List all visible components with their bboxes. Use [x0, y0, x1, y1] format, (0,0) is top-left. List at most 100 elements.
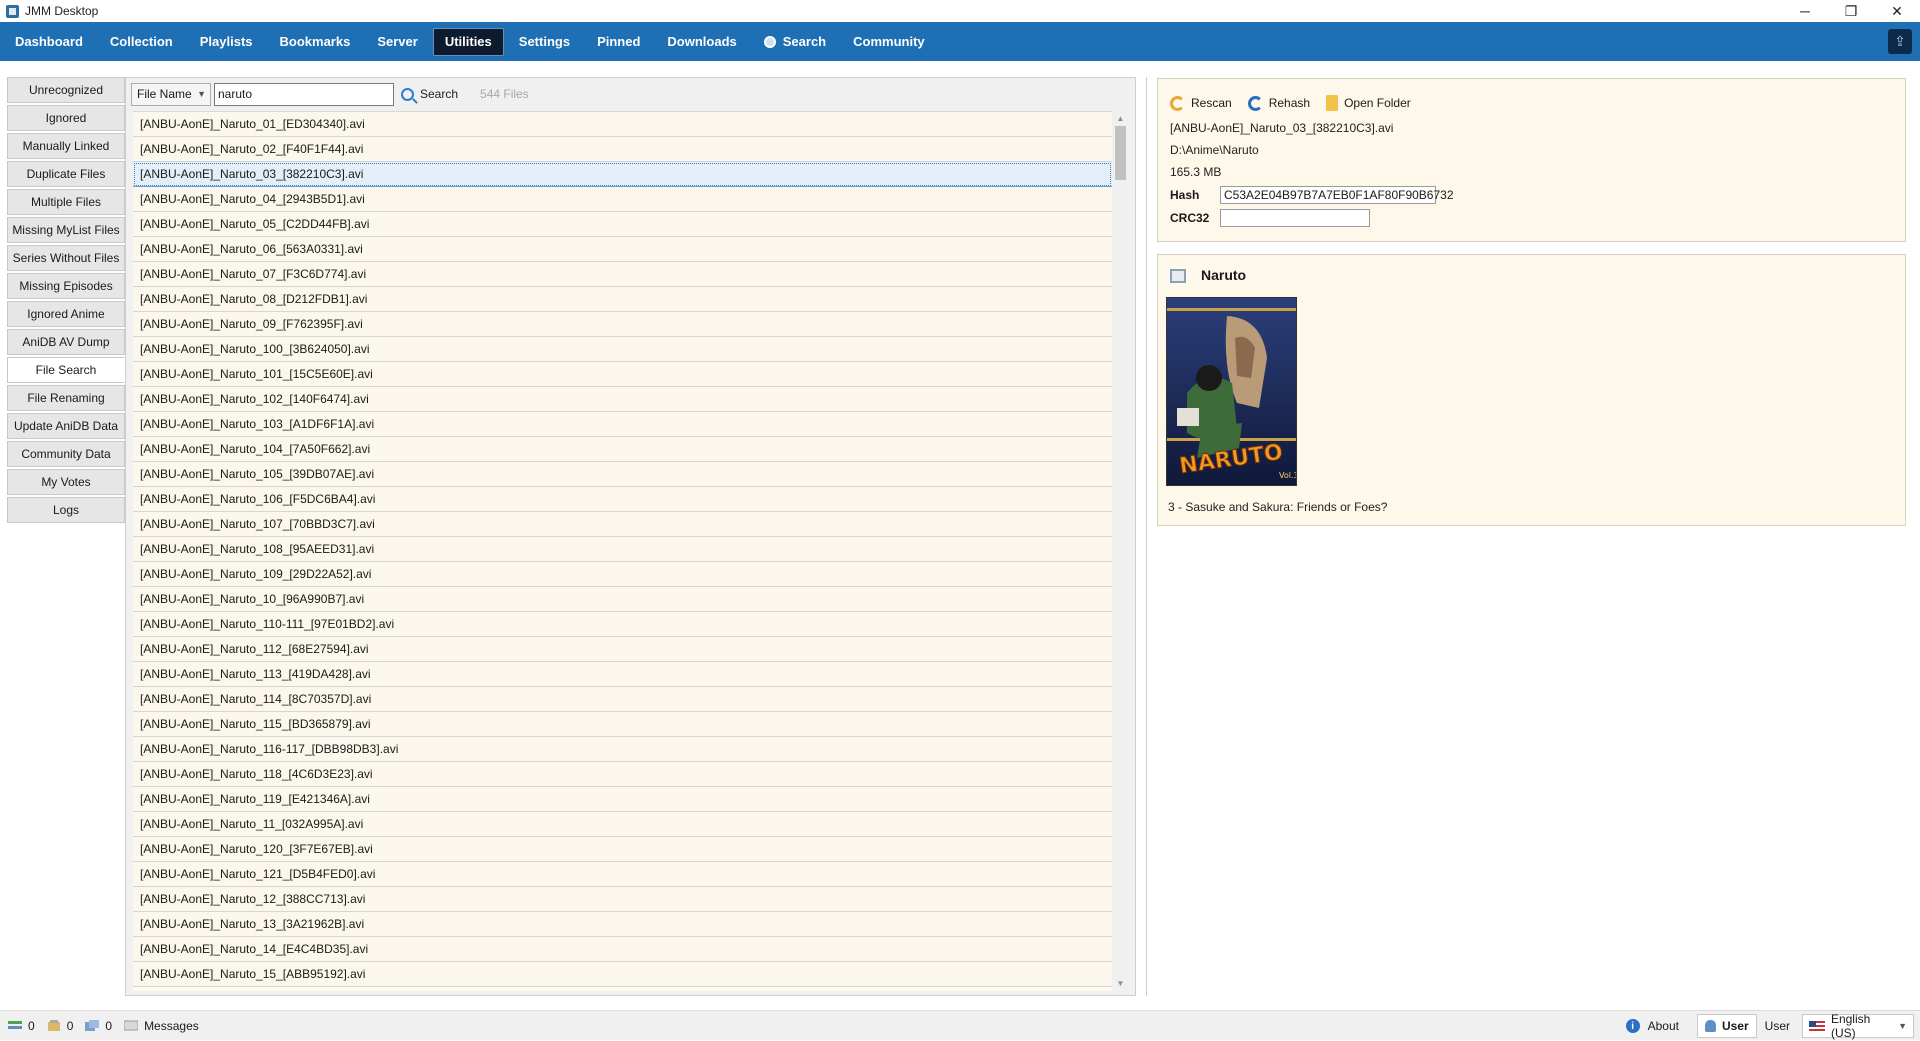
file-list-item[interactable]: [ANBU-AonE]_Naruto_109_[29D22A52].avi [133, 562, 1112, 587]
language-select[interactable]: English (US) ▼ [1802, 1012, 1914, 1040]
file-list-item[interactable]: [ANBU-AonE]_Naruto_118_[4C6D3E23].avi [133, 762, 1112, 787]
upload-icon[interactable]: ⇪ [1888, 29, 1912, 54]
tab-missing-mylist-files[interactable]: Missing MyList Files [7, 217, 125, 243]
tab-community-data[interactable]: Community Data [7, 441, 125, 467]
poster-volume-text: Vol.3 [1279, 471, 1297, 480]
nav-search[interactable]: Search [752, 28, 838, 56]
file-list-item[interactable]: [ANBU-AonE]_Naruto_13_[3A21962B].avi [133, 912, 1112, 937]
search-field-select[interactable]: File Name ▼ [131, 82, 211, 106]
file-list-item[interactable]: [ANBU-AonE]_Naruto_09_[F762395F].avi [133, 312, 1112, 337]
tab-update-anidb-data[interactable]: Update AniDB Data [7, 413, 125, 439]
file-list-item[interactable]: [ANBU-AonE]_Naruto_101_[15C5E60E].avi [133, 362, 1112, 387]
file-list-item[interactable]: [ANBU-AonE]_Naruto_14_[E4C4BD35].avi [133, 937, 1112, 962]
file-list-item[interactable]: [ANBU-AonE]_Naruto_110-111_[97E01BD2].av… [133, 612, 1112, 637]
messages-icon [124, 1020, 139, 1031]
main-nav: Dashboard Collection Playlists Bookmarks… [0, 22, 1920, 61]
crc32-field[interactable] [1220, 209, 1370, 227]
file-list-item[interactable]: [ANBU-AonE]_Naruto_05_[C2DD44FB].avi [133, 212, 1112, 237]
user-icon [1704, 1020, 1716, 1032]
search-input[interactable]: naruto [214, 82, 394, 106]
file-list-item[interactable]: [ANBU-AonE]_Naruto_103_[A1DF6F1A].avi [133, 412, 1112, 437]
file-list-item[interactable]: [ANBU-AonE]_Naruto_107_[70BBD3C7].avi [133, 512, 1112, 537]
nav-collection[interactable]: Collection [98, 28, 185, 56]
tab-my-votes[interactable]: My Votes [7, 469, 125, 495]
file-list-item[interactable]: [ANBU-AonE]_Naruto_102_[140F6474].avi [133, 387, 1112, 412]
rehash-button[interactable]: Rehash [1247, 95, 1310, 111]
tab-unrecognized[interactable]: Unrecognized [7, 77, 125, 103]
series-title[interactable]: Naruto [1201, 267, 1246, 283]
scroll-up-icon[interactable]: ▲ [1112, 111, 1129, 126]
nav-server[interactable]: Server [365, 28, 429, 56]
nav-settings[interactable]: Settings [507, 28, 582, 56]
nav-dashboard[interactable]: Dashboard [3, 28, 95, 56]
file-list-item[interactable]: [ANBU-AonE]_Naruto_02_[F40F1F44].avi [133, 137, 1112, 162]
file-list-scrollbar[interactable]: ▲ ▼ [1112, 111, 1129, 991]
tab-duplicate-files[interactable]: Duplicate Files [7, 161, 125, 187]
tab-file-renaming[interactable]: File Renaming [7, 385, 125, 411]
file-list-item[interactable]: [ANBU-AonE]_Naruto_12_[388CC713].avi [133, 887, 1112, 912]
file-list-item[interactable]: [ANBU-AonE]_Naruto_120_[3F7E67EB].avi [133, 837, 1112, 862]
tab-missing-episodes[interactable]: Missing Episodes [7, 273, 125, 299]
hash-queue-status[interactable]: 0 [47, 1019, 73, 1033]
file-list-item[interactable]: [ANBU-AonE]_Naruto_115_[BD365879].avi [133, 712, 1112, 737]
file-search-panel: File Name ▼ naruto Search 544 Files [ANB… [125, 77, 1136, 996]
messages-button[interactable]: Messages [124, 1019, 199, 1033]
file-list-item[interactable]: [ANBU-AonE]_Naruto_106_[F5DC6BA4].avi [133, 487, 1112, 512]
tab-file-search[interactable]: File Search [7, 357, 125, 383]
file-list-item[interactable]: [ANBU-AonE]_Naruto_113_[419DA428].avi [133, 662, 1112, 687]
user-button[interactable]: User [1696, 1014, 1757, 1038]
nav-bookmarks[interactable]: Bookmarks [268, 28, 363, 56]
series-icon [1170, 269, 1186, 283]
info-icon: i [1625, 1019, 1640, 1033]
tab-manually-linked[interactable]: Manually Linked [7, 133, 125, 159]
file-list-item[interactable]: [ANBU-AonE]_Naruto_116-117_[DBB98DB3].av… [133, 737, 1112, 762]
about-button[interactable]: i About [1625, 1019, 1679, 1033]
tab-logs[interactable]: Logs [7, 497, 125, 523]
close-button[interactable]: ✕ [1874, 0, 1920, 22]
nav-downloads[interactable]: Downloads [655, 28, 748, 56]
file-list-item[interactable]: [ANBU-AonE]_Naruto_119_[E421346A].avi [133, 787, 1112, 812]
scroll-down-icon[interactable]: ▼ [1112, 976, 1129, 991]
search-icon [763, 35, 776, 48]
images-queue-status[interactable]: 0 [85, 1019, 112, 1033]
open-folder-label: Open Folder [1344, 96, 1411, 110]
window-controls: ─ ❐ ✕ [1782, 0, 1920, 22]
tab-ignored-anime[interactable]: Ignored Anime [7, 301, 125, 327]
search-button[interactable]: Search [401, 87, 458, 101]
status-bar: 0 0 0 Messages i About User User English… [0, 1010, 1920, 1040]
queue-status[interactable]: 0 [8, 1019, 35, 1033]
file-list-item[interactable]: [ANBU-AonE]_Naruto_07_[F3C6D774].avi [133, 262, 1112, 287]
hash-field[interactable]: C53A2E04B97B7A7EB0F1AF80F90B6732 [1220, 186, 1454, 204]
file-list-item[interactable]: [ANBU-AonE]_Naruto_04_[2943B5D1].avi [133, 187, 1112, 212]
file-list-item[interactable]: [ANBU-AonE]_Naruto_108_[95AEED31].avi [133, 537, 1112, 562]
file-list-item[interactable]: [ANBU-AonE]_Naruto_06_[563A0331].avi [133, 237, 1112, 262]
file-list-item[interactable]: [ANBU-AonE]_Naruto_104_[7A50F662].avi [133, 437, 1112, 462]
title-bar: JMM Desktop ─ ❐ ✕ [0, 0, 1920, 22]
series-poster[interactable]: NARUTO Vol.3 [1166, 297, 1297, 486]
file-list-item[interactable]: [ANBU-AonE]_Naruto_01_[ED304340].avi [133, 112, 1112, 137]
scrollbar-thumb[interactable] [1115, 126, 1126, 180]
tab-ignored[interactable]: Ignored [7, 105, 125, 131]
open-folder-button[interactable]: Open Folder [1326, 95, 1411, 111]
file-list-item[interactable]: [ANBU-AonE]_Naruto_10_[96A990B7].avi [133, 587, 1112, 612]
file-list-item[interactable]: [ANBU-AonE]_Naruto_11_[032A995A].avi [133, 812, 1112, 837]
file-list-item[interactable]: [ANBU-AonE]_Naruto_114_[8C70357D].avi [133, 687, 1112, 712]
nav-pinned[interactable]: Pinned [585, 28, 652, 56]
file-list-item[interactable]: [ANBU-AonE]_Naruto_121_[D5B4FED0].avi [133, 862, 1112, 887]
tab-anidb-av-dump[interactable]: AniDB AV Dump [7, 329, 125, 355]
file-list-item[interactable]: [ANBU-AonE]_Naruto_112_[68E27594].avi [133, 637, 1112, 662]
nav-utilities[interactable]: Utilities [432, 27, 504, 56]
file-list-item[interactable]: [ANBU-AonE]_Naruto_08_[D212FDB1].avi [133, 287, 1112, 312]
nav-playlists[interactable]: Playlists [188, 28, 265, 56]
file-list-item[interactable]: [ANBU-AonE]_Naruto_03_[382210C3].avi [133, 162, 1112, 187]
nav-community[interactable]: Community [841, 28, 937, 56]
minimize-button[interactable]: ─ [1782, 0, 1828, 22]
restore-button[interactable]: ❐ [1828, 0, 1874, 22]
file-list-item[interactable]: [ANBU-AonE]_Naruto_105_[39DB07AE].avi [133, 462, 1112, 487]
file-list-item[interactable]: [ANBU-AonE]_Naruto_100_[3B624050].avi [133, 337, 1112, 362]
episode-title[interactable]: 3 - Sasuke and Sakura: Friends or Foes? [1168, 500, 1387, 514]
file-list-item[interactable]: [ANBU-AonE]_Naruto_15_[ABB95192].avi [133, 962, 1112, 987]
tab-series-without-files[interactable]: Series Without Files [7, 245, 125, 271]
tab-multiple-files[interactable]: Multiple Files [7, 189, 125, 215]
rescan-button[interactable]: Rescan [1170, 95, 1232, 111]
